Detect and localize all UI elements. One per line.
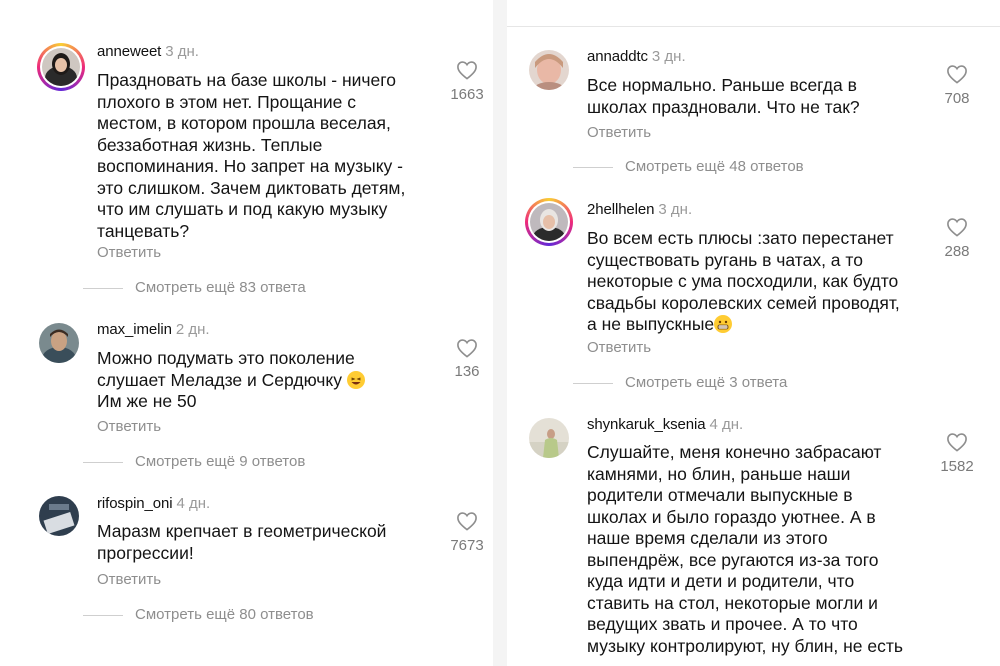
- view-replies-label: Смотреть ещё 48 ответов: [625, 158, 804, 175]
- replies-divider: [83, 287, 123, 289]
- heart-outline-icon[interactable]: [456, 338, 478, 358]
- comment-username[interactable]: shynkaruk_ksenia: [587, 416, 706, 433]
- top-divider: [507, 26, 1000, 27]
- like-count: 708: [944, 90, 970, 107]
- like-count: 1663: [450, 86, 484, 103]
- comment-text-line: Им же не 50: [97, 391, 197, 411]
- heart-outline-icon[interactable]: [456, 60, 478, 80]
- comment-username[interactable]: annaddtc: [587, 48, 648, 65]
- avatar-story-ring[interactable]: [525, 198, 573, 246]
- avatar-story-ring[interactable]: [37, 43, 85, 91]
- view-replies-label: Смотреть ещё 83 ответа: [135, 279, 306, 296]
- comment-username[interactable]: rifospin_oni: [97, 495, 173, 512]
- avatar: [42, 48, 80, 86]
- reply-button[interactable]: Ответить: [97, 571, 161, 588]
- grimacing-emoji: [714, 315, 733, 333]
- heart-outline-icon[interactable]: [946, 432, 968, 452]
- replies-divider: [83, 614, 123, 616]
- view-replies-label: Смотреть ещё 80 ответов: [135, 606, 314, 623]
- comment-text-line: некоторые с ума посходили, как будто: [587, 271, 899, 291]
- reply-button[interactable]: Ответить: [97, 418, 161, 435]
- comment-time: 2 дн.: [175, 321, 210, 338]
- avatar[interactable]: [529, 50, 569, 90]
- heart-outline-icon[interactable]: [946, 217, 968, 237]
- comment-username[interactable]: max_imelin: [97, 321, 172, 338]
- reply-button[interactable]: Ответить: [97, 244, 161, 261]
- right-comments-column: annaddtc 3 дн. Все нормально. Раньше всег…: [507, 0, 1000, 666]
- view-replies-link[interactable]: Смотреть ещё 3 ответа: [573, 374, 787, 391]
- comment-text-line: свадьбы королевских семей проводят,: [587, 292, 900, 313]
- comment-text-line: существовать ругань в чатах, а то: [587, 249, 863, 270]
- left-comments-column: anneweet 3 дн. Праздновать на базе школы …: [0, 0, 493, 666]
- avatar[interactable]: [39, 323, 79, 363]
- comment-time: 3 дн.: [165, 43, 199, 60]
- view-replies-link[interactable]: Смотреть ещё 9 ответов: [83, 453, 305, 470]
- like-count: 288: [944, 243, 970, 260]
- comment-time: 3 дн.: [651, 48, 686, 65]
- like-count: 1582: [940, 458, 974, 475]
- reply-button[interactable]: Ответить: [587, 339, 651, 356]
- comment-text: Слушайте, меня конечно забрасают камнями…: [587, 442, 903, 656]
- heart-outline-icon[interactable]: [456, 511, 478, 531]
- avatar[interactable]: [39, 496, 79, 536]
- column-gutter: [493, 0, 507, 666]
- comment-text-line: Во всем есть плюсы :зато перестанет: [587, 228, 894, 248]
- view-replies-link[interactable]: Смотреть ещё 48 ответов: [573, 158, 804, 175]
- comment-text: Можно подумать это поколение слушает Мел…: [97, 348, 437, 413]
- comment-username[interactable]: anneweet: [97, 43, 161, 60]
- replies-divider: [573, 166, 613, 168]
- avatar: [530, 203, 568, 241]
- like-count: 136: [454, 363, 480, 380]
- comment-text: Все нормально. Раньше всегда в школах пр…: [587, 75, 860, 117]
- heart-outline-icon[interactable]: [946, 64, 968, 84]
- view-replies-link[interactable]: Смотреть ещё 80 ответов: [83, 606, 314, 623]
- comment-time: 4 дн.: [709, 416, 744, 433]
- comment-time: 3 дн.: [658, 201, 693, 218]
- comment-text: Маразм крепчает в геометрической прогрес…: [97, 521, 387, 563]
- comment-text-line: слушает Меладзе и Сердючку: [97, 369, 343, 390]
- view-replies-label: Смотреть ещё 9 ответов: [135, 453, 306, 470]
- replies-divider: [573, 382, 613, 384]
- replies-divider: [83, 461, 123, 463]
- comments-screenshot-collage: anneweet 3 дн. Праздновать на базе школы …: [0, 0, 1000, 666]
- comment-text-line: Можно подумать это поколение: [97, 348, 355, 368]
- like-count: 7673: [450, 537, 484, 554]
- comment-text: Праздновать на базе школы - ничего плохо…: [97, 70, 406, 241]
- grinning-squinting-emoji: [346, 370, 365, 389]
- comment-time: 4 дн.: [176, 495, 211, 512]
- comment-text: Во всем есть плюсы :зато перестанет суще…: [587, 228, 932, 336]
- reply-button[interactable]: Ответить: [587, 124, 651, 141]
- comment-username[interactable]: 2hellhelen: [587, 201, 655, 218]
- view-replies-label: Смотреть ещё 3 ответа: [625, 374, 788, 391]
- avatar[interactable]: [529, 418, 569, 458]
- view-replies-link[interactable]: Смотреть ещё 83 ответа: [83, 279, 306, 296]
- comment-text-line: а не выпускные: [587, 314, 715, 334]
